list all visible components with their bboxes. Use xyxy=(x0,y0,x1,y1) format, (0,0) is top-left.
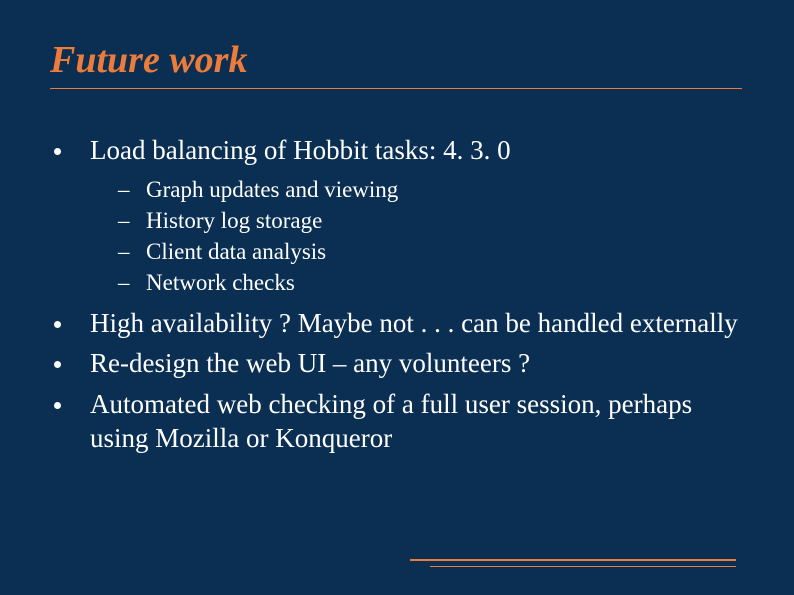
list-item: Load balancing of Hobbit tasks: 4. 3. 0 … xyxy=(54,133,744,298)
bullet-text: Graph updates and viewing xyxy=(146,177,398,202)
footer-rule-bottom xyxy=(430,566,736,567)
list-item: History log storage xyxy=(118,205,744,236)
bullet-text: Re-design the web UI – any volunteers ? xyxy=(90,348,530,378)
bullet-text: Network checks xyxy=(146,270,295,295)
list-item: High availability ? Maybe not . . . can … xyxy=(54,306,744,341)
list-item: Network checks xyxy=(118,267,744,298)
list-item: Client data analysis xyxy=(118,236,744,267)
footer-decoration xyxy=(410,559,736,567)
bullet-text: High availability ? Maybe not . . . can … xyxy=(90,308,738,338)
slide: Future work Load balancing of Hobbit tas… xyxy=(0,0,794,595)
slide-title: Future work xyxy=(50,38,744,82)
bullet-list: Load balancing of Hobbit tasks: 4. 3. 0 … xyxy=(50,133,744,456)
bullet-text: Client data analysis xyxy=(146,239,326,264)
title-underline xyxy=(50,88,742,89)
bullet-text: Automated web checking of a full user se… xyxy=(90,389,692,454)
footer-rule-top xyxy=(410,559,736,561)
sub-bullet-list: Graph updates and viewing History log st… xyxy=(90,174,744,298)
list-item: Graph updates and viewing xyxy=(118,174,744,205)
bullet-text: History log storage xyxy=(146,208,322,233)
list-item: Automated web checking of a full user se… xyxy=(54,387,744,456)
slide-body: Load balancing of Hobbit tasks: 4. 3. 0 … xyxy=(50,133,744,456)
bullet-text: Load balancing of Hobbit tasks: 4. 3. 0 xyxy=(90,135,511,165)
list-item: Re-design the web UI – any volunteers ? xyxy=(54,346,744,381)
